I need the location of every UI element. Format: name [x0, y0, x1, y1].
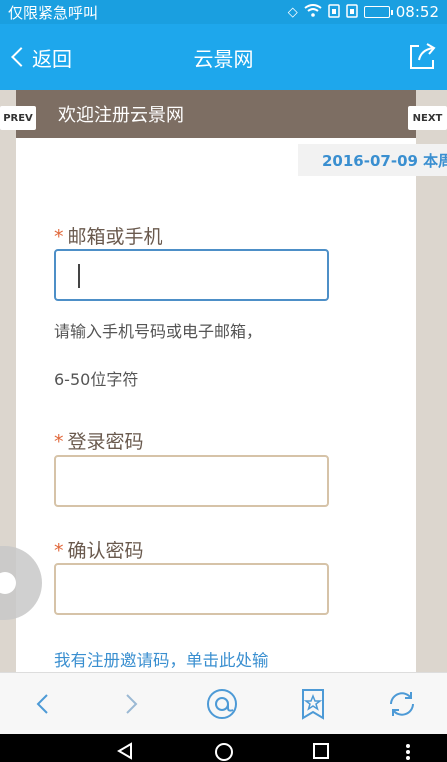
text-caret: [78, 264, 80, 288]
required-mark: *: [54, 540, 64, 562]
confirm-password-input[interactable]: [54, 563, 329, 615]
back-label: 返回: [32, 46, 72, 71]
toolbar-forward-button[interactable]: [114, 687, 148, 721]
status-bar: 仅限紧急呼叫 ◇ 08:52: [0, 0, 447, 24]
refresh-icon: [390, 692, 414, 716]
toolbar-refresh-button[interactable]: [385, 687, 419, 721]
back-button[interactable]: 返回: [8, 24, 72, 90]
required-mark: *: [54, 431, 64, 453]
battery-icon: [363, 6, 393, 18]
chevron-left-icon: [11, 47, 31, 67]
system-nav-bar: [0, 734, 447, 762]
toolbar-bookmark-button[interactable]: [296, 687, 330, 721]
hint-line-1: 请输入手机号码或电子邮箱，: [54, 322, 263, 341]
sim2-icon: [346, 3, 358, 21]
invite-code-link[interactable]: 我有注册邀请码，单击此处输: [54, 647, 269, 671]
password-label: * 登录密码: [54, 431, 144, 453]
share-icon: [410, 43, 436, 69]
nav-back-icon[interactable]: [116, 742, 134, 760]
nav-menu-icon[interactable]: [404, 742, 412, 762]
clock: 08:52: [395, 3, 439, 21]
nav-recents-icon[interactable]: [312, 742, 330, 760]
hint-line-2: 6-50位字符: [54, 370, 139, 389]
nav-home-icon[interactable]: [214, 742, 234, 762]
forward-arrow-icon: [126, 694, 138, 714]
carrier-text: 仅限紧急呼叫: [8, 3, 99, 22]
toolbar-home-button[interactable]: [205, 687, 239, 721]
confirm-password-label: * 确认密码: [54, 540, 144, 562]
share-button[interactable]: [407, 42, 437, 72]
browser-toolbar: [0, 672, 447, 734]
wifi-icon: [304, 4, 322, 20]
email-phone-label: * 邮箱或手机: [54, 226, 163, 248]
vibrate-icon: ◇: [287, 4, 298, 20]
bookmark-star-icon: [302, 689, 324, 720]
page-title: 云景网: [193, 46, 254, 71]
banner-text: 欢迎注册云景网: [58, 105, 184, 126]
status-icons: ◇ 08:52: [288, 3, 439, 21]
sim1-icon: [328, 3, 340, 21]
required-mark: *: [54, 226, 64, 248]
prev-button[interactable]: PREV: [0, 106, 36, 130]
toolbar-back-button[interactable]: [26, 687, 60, 721]
at-sign-icon: [207, 689, 237, 719]
next-button[interactable]: NEXT: [408, 106, 447, 130]
back-arrow-icon: [36, 694, 48, 714]
welcome-banner: 欢迎注册云景网: [16, 90, 416, 138]
date-tag: 2016-07-09 本周: [298, 144, 447, 176]
app-header: 返回 云景网: [0, 24, 447, 90]
password-input[interactable]: [54, 455, 329, 507]
email-phone-input[interactable]: [54, 249, 329, 301]
